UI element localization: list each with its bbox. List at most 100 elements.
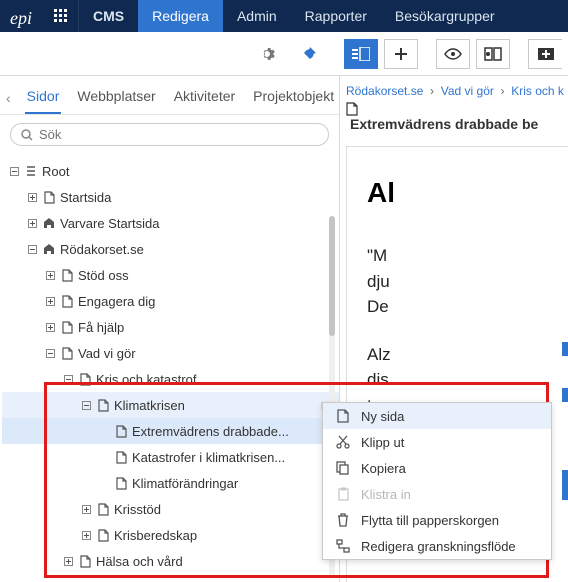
tree-label: Katastrofer i klimatkrisen...	[132, 450, 285, 465]
nav-admin[interactable]: Admin	[223, 0, 291, 32]
tab-aktiviteter[interactable]: Aktiviteter	[172, 82, 237, 114]
add-block-icon[interactable]	[528, 39, 562, 69]
tree-label: Krisstöd	[114, 502, 161, 517]
tab-webbplatser[interactable]: Webbplatser	[75, 82, 157, 114]
collapse-icon[interactable]	[80, 399, 92, 411]
tree-label: Kris och katastrof	[96, 372, 196, 387]
tree-label: Rödakorset.se	[60, 242, 144, 257]
edit-marker	[562, 342, 568, 356]
expand-icon[interactable]	[62, 555, 74, 567]
left-tabs: ‹ Sidor Webbplatser Aktiviteter Projekto…	[0, 76, 339, 115]
flow-icon	[335, 539, 351, 553]
nav-redigera[interactable]: Redigera	[138, 0, 223, 32]
tree-label: Startsida	[60, 190, 111, 205]
ctx-ny-sida[interactable]: Ny sida	[323, 403, 551, 429]
ctx-flytta-till-papperskorgen[interactable]: Flytta till papperskorgen	[323, 507, 551, 533]
chevron-left-icon[interactable]: ‹	[6, 90, 11, 106]
search-icon	[21, 129, 33, 141]
ctx-redigera-granskningsflöde[interactable]: Redigera granskningsflöde	[323, 533, 551, 559]
page-icon	[60, 295, 74, 308]
tree-row[interactable]: Krisstöd	[2, 496, 339, 522]
search-box[interactable]	[10, 123, 329, 146]
nav-rapporter[interactable]: Rapporter	[291, 0, 381, 32]
search-row	[0, 115, 339, 154]
tree-row[interactable]: Vad vi gör	[2, 340, 339, 366]
ctx-klipp-ut[interactable]: Klipp ut	[323, 429, 551, 455]
apps-grid-icon[interactable]	[44, 0, 79, 32]
breadcrumb: Rödakorset.se › Vad vi gör › Kris och k	[340, 76, 568, 102]
tree-label: Hälsa och vård	[96, 554, 183, 569]
pin-icon[interactable]	[292, 39, 326, 69]
tree-row[interactable]: Hälsa och vård	[2, 548, 339, 574]
tree-row[interactable]: Rödakorset.se	[2, 236, 339, 262]
tab-projektobjekt[interactable]: Projektobjekt	[251, 82, 336, 114]
expand-icon[interactable]	[26, 217, 38, 229]
search-input[interactable]	[39, 127, 318, 142]
nav-besokargrupper[interactable]: Besökargrupper	[381, 0, 509, 32]
list-icon	[24, 165, 38, 177]
tree-row[interactable]: Kris och katastrof	[2, 366, 339, 392]
tree-label: Varvare Startsida	[60, 216, 159, 231]
collapse-icon[interactable]	[44, 347, 56, 359]
tree-row[interactable]: Katastrofer i klimatkrisen...	[2, 444, 339, 470]
tree-row[interactable]: Klimatkrisen≡	[2, 392, 339, 418]
tree-toggle-icon[interactable]	[344, 39, 378, 69]
preview-heading: Al	[367, 177, 568, 209]
collapse-icon[interactable]	[62, 373, 74, 385]
tree-row[interactable]: Engagera dig	[2, 288, 339, 314]
breadcrumb-link[interactable]: Rödakorset.se	[346, 84, 423, 98]
ctx-label: Redigera granskningsflöde	[361, 539, 516, 554]
nav-cms[interactable]: CMS	[79, 0, 138, 32]
page-icon	[78, 373, 92, 386]
breadcrumb-link[interactable]: Kris och k	[511, 84, 564, 98]
paste-icon	[335, 487, 351, 501]
edit-marker	[562, 388, 568, 402]
copy-icon	[335, 461, 351, 475]
compare-icon[interactable]	[476, 39, 510, 69]
tree-label: Klimatkrisen	[114, 398, 185, 413]
tab-sidor[interactable]: Sidor	[25, 82, 62, 114]
trash-icon	[335, 513, 351, 527]
preview-icon[interactable]	[436, 39, 470, 69]
tree-row[interactable]: Stöd oss	[2, 262, 339, 288]
tree-label: Stöd oss	[78, 268, 129, 283]
add-icon[interactable]	[384, 39, 418, 69]
tree-row[interactable]: Klimatförändringar	[2, 470, 339, 496]
settings-icon[interactable]	[252, 39, 286, 69]
ctx-kopiera[interactable]: Kopiera	[323, 455, 551, 481]
tree-label: Vad vi gör	[78, 346, 136, 361]
breadcrumb-link[interactable]: Vad vi gör	[441, 84, 494, 98]
tree-label: Root	[42, 164, 69, 179]
tree-label: Få hjälp	[78, 320, 124, 335]
expand-icon[interactable]	[80, 503, 92, 515]
ctx-label: Kopiera	[361, 461, 406, 476]
tree-row[interactable]: Extremvädrens drabbade...	[2, 418, 339, 444]
top-nav: epi CMS Redigera Admin Rapporter Besökar…	[0, 0, 568, 32]
ctx-label: Klipp ut	[361, 435, 404, 450]
tree-row[interactable]: Krisberedskap	[2, 522, 339, 548]
tree-row[interactable]: Få hjälp	[2, 314, 339, 340]
ctx-label: Klistra in	[361, 487, 411, 502]
page-icon	[78, 555, 92, 568]
doc-title-text: Extremvädrens drabbade be	[350, 116, 538, 132]
tree-row[interactable]: Varvare Startsida	[2, 210, 339, 236]
expand-icon[interactable]	[44, 321, 56, 333]
tree-row[interactable]: Startsida	[2, 184, 339, 210]
expand-icon[interactable]	[44, 295, 56, 307]
collapse-icon[interactable]	[26, 243, 38, 255]
page-icon	[60, 321, 74, 334]
doc-title: Extremvädrens drabbade be	[340, 102, 568, 136]
expand-icon[interactable]	[80, 529, 92, 541]
preview-paragraph: "M dju De	[367, 243, 568, 320]
expand-icon[interactable]	[26, 191, 38, 203]
home-icon	[42, 217, 56, 229]
page-icon	[60, 269, 74, 282]
tree-row[interactable]: Root	[2, 158, 339, 184]
page-tree[interactable]: Root Startsida Varvare Startsida Rödakorset…	[0, 154, 339, 582]
page-icon	[346, 102, 568, 116]
collapse-icon[interactable]	[8, 165, 20, 177]
expand-icon[interactable]	[44, 269, 56, 281]
tree-scrollbar-thumb[interactable]	[329, 216, 335, 336]
ctx-label: Flytta till papperskorgen	[361, 513, 499, 528]
ctx-klistra-in: Klistra in	[323, 481, 551, 507]
